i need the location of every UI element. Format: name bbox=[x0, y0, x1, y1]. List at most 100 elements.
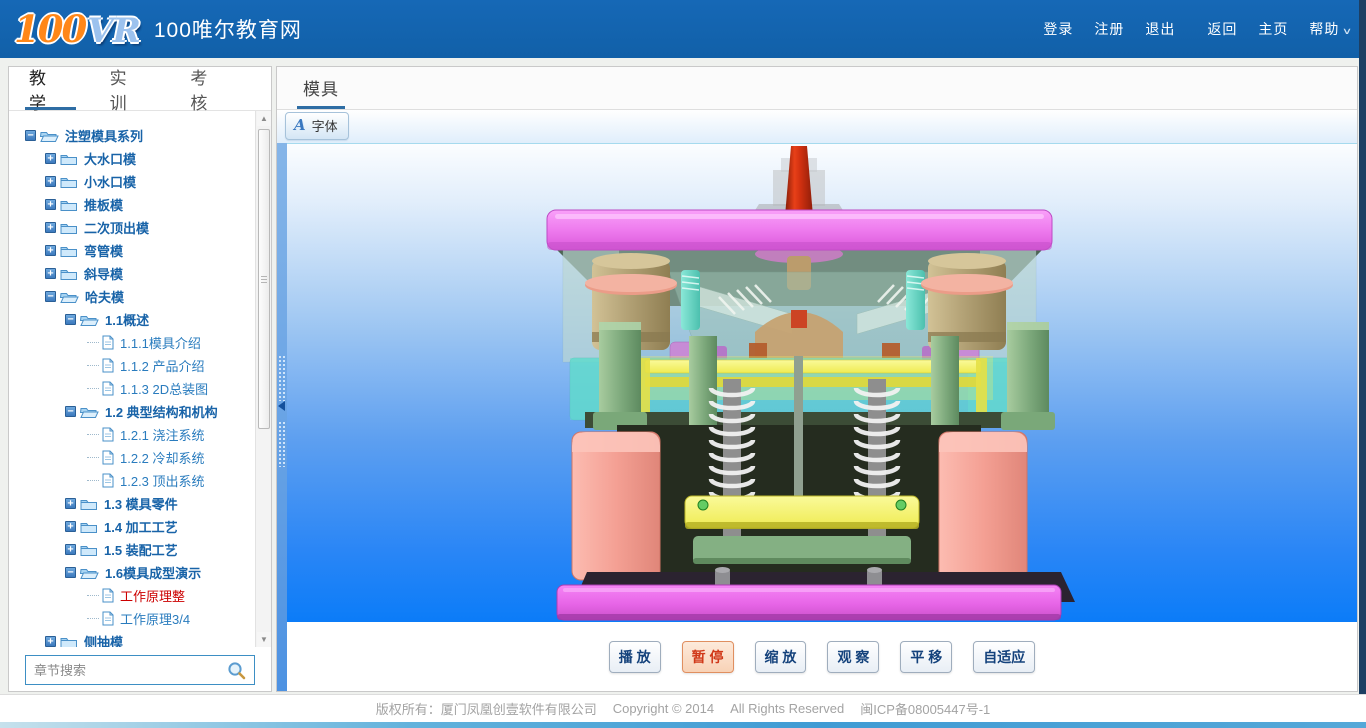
tree-item[interactable]: +推板模 bbox=[9, 193, 254, 216]
tree-item[interactable]: + 斜导模 bbox=[9, 262, 254, 285]
tree-scrollbar[interactable]: ▲ ▼ bbox=[255, 111, 271, 647]
folder-open-icon bbox=[80, 566, 99, 580]
expand-box-icon[interactable]: + bbox=[65, 544, 76, 555]
doc-icon bbox=[102, 335, 114, 350]
nav-link-4[interactable]: 返回 bbox=[1207, 19, 1237, 39]
tree-item[interactable]: − 哈夫模 bbox=[9, 285, 254, 308]
control-button-1[interactable]: 播 放 bbox=[609, 641, 661, 673]
site-logo[interactable]: 100VR bbox=[14, 11, 140, 48]
icp-number: 闽ICP备08005447号-1 bbox=[860, 699, 990, 718]
tree-item[interactable]: +二次顶出模 bbox=[9, 216, 254, 239]
tree-item[interactable]: +1.5 装配工艺 bbox=[9, 538, 254, 561]
nav-link-2[interactable]: 注册 bbox=[1094, 19, 1124, 39]
tree-item-label: 1.2.2 冷却系统 bbox=[120, 448, 205, 467]
tree-connector bbox=[87, 480, 99, 481]
tree-item[interactable]: + 弯管模 bbox=[9, 239, 254, 262]
folder-closed-icon bbox=[60, 244, 78, 258]
doc-icon bbox=[102, 588, 114, 603]
bottom-decor-band bbox=[0, 722, 1366, 728]
tree-item-label: 工作原理整 bbox=[120, 586, 185, 605]
control-button-4[interactable]: 观 察 bbox=[827, 641, 879, 673]
sidebar-tabs: 教 学实 训考 核 bbox=[9, 67, 271, 111]
tree-item[interactable]: − 1.2 典型结构和机构 bbox=[9, 400, 254, 423]
scroll-down-arrow[interactable]: ▼ bbox=[257, 632, 271, 647]
logo-vr: VR bbox=[87, 14, 140, 48]
tree-connector bbox=[87, 618, 99, 619]
tree-item-label: 1.2 典型结构和机构 bbox=[105, 402, 218, 421]
folder-closed-icon bbox=[60, 198, 78, 212]
tree-item[interactable]: +侧抽模 bbox=[9, 630, 254, 647]
doc-icon bbox=[102, 450, 114, 465]
collapse-box-icon[interactable]: − bbox=[65, 567, 76, 578]
expand-box-icon[interactable]: + bbox=[45, 245, 56, 256]
tree-item-label: 弯管模 bbox=[84, 241, 123, 260]
tree-item-label: 工作原理3/4 bbox=[120, 609, 190, 628]
control-button-3[interactable]: 缩 放 bbox=[755, 641, 807, 673]
expand-box-icon[interactable]: + bbox=[45, 199, 56, 210]
tree-item[interactable]: 1.1.1模具介绍 bbox=[9, 331, 254, 354]
mold-3d-model bbox=[287, 144, 1357, 622]
expand-box-icon[interactable]: + bbox=[65, 521, 76, 532]
nav-link-5[interactable]: 主页 bbox=[1258, 19, 1288, 39]
folder-closed-icon bbox=[60, 267, 78, 281]
tree-item-label: 1.3 模具零件 bbox=[104, 494, 178, 513]
tree-item-label: 大水口模 bbox=[84, 149, 136, 168]
collapse-box-icon[interactable]: − bbox=[45, 291, 56, 302]
expand-box-icon[interactable]: + bbox=[45, 222, 56, 233]
tree-item[interactable]: +1.3 模具零件 bbox=[9, 492, 254, 515]
tree-item-label: 注塑模具系列 bbox=[65, 126, 143, 145]
nav-link-1[interactable]: 登录 bbox=[1043, 19, 1073, 39]
tree-item[interactable]: 1.1.3 2D总装图 bbox=[9, 377, 254, 400]
search-input[interactable] bbox=[34, 663, 227, 678]
doc-icon bbox=[102, 381, 114, 396]
splitter-handle[interactable] bbox=[277, 143, 287, 691]
expand-box-icon[interactable]: + bbox=[45, 176, 56, 187]
expand-box-icon[interactable]: + bbox=[45, 153, 56, 164]
tree-item[interactable]: 工作原理3/4 bbox=[9, 607, 254, 630]
tree-item-label: 斜导模 bbox=[84, 264, 123, 283]
control-button-2[interactable]: 暂 停 bbox=[682, 641, 734, 673]
control-button-6[interactable]: 自适应 bbox=[973, 641, 1035, 673]
tree-item[interactable]: 1.1.2 产品介绍 bbox=[9, 354, 254, 377]
tree-connector bbox=[87, 365, 99, 366]
expand-box-icon[interactable]: + bbox=[45, 268, 56, 279]
tree-item[interactable]: −1.1概述 bbox=[9, 308, 254, 331]
scroll-thumb[interactable] bbox=[258, 129, 270, 429]
doc-icon bbox=[102, 473, 114, 488]
tree-connector bbox=[87, 434, 99, 435]
folder-closed-icon bbox=[60, 635, 78, 648]
tree-item[interactable]: + 大水口模 bbox=[9, 147, 254, 170]
control-button-5[interactable]: 平 移 bbox=[900, 641, 952, 673]
chevron-down-icon: ∨ bbox=[1342, 26, 1354, 37]
collapse-box-icon[interactable]: − bbox=[65, 406, 76, 417]
sidebar-panel: 教 学实 训考 核 −注塑模具系列+大水口模+小水口模+推板模+二次顶出模+弯管… bbox=[8, 66, 272, 692]
expand-box-icon[interactable]: + bbox=[65, 498, 76, 509]
tree-item[interactable]: +小水口模 bbox=[9, 170, 254, 193]
scroll-up-arrow[interactable]: ▲ bbox=[257, 111, 271, 126]
tree-item-label: 哈夫模 bbox=[85, 287, 124, 306]
sidebar-tab-1[interactable]: 教 学 bbox=[29, 67, 72, 110]
font-button[interactable]: A 字体 bbox=[285, 112, 349, 140]
player-controls: 播 放暂 停缩 放观 察平 移自适应 bbox=[287, 622, 1357, 691]
copyright-cn: 版权所有：厦门凤凰创壹软件有限公司 bbox=[376, 699, 597, 718]
doc-icon bbox=[102, 427, 114, 442]
folder-closed-icon bbox=[60, 152, 78, 166]
sidebar-tab-3[interactable]: 考 核 bbox=[190, 67, 233, 110]
tree-item[interactable]: 工作原理整 bbox=[9, 584, 254, 607]
tree-item-label: 1.2.3 顶出系统 bbox=[120, 471, 205, 490]
collapse-box-icon[interactable]: − bbox=[65, 314, 76, 325]
collapse-box-icon[interactable]: − bbox=[25, 130, 36, 141]
tab-mold[interactable]: 模具 bbox=[303, 67, 339, 109]
expand-box-icon[interactable]: + bbox=[45, 636, 56, 647]
3d-viewport[interactable] bbox=[287, 143, 1357, 622]
tree-item[interactable]: 1.2.1 浇注系统 bbox=[9, 423, 254, 446]
search-icon[interactable] bbox=[227, 661, 246, 680]
tree-item[interactable]: 1.2.2 冷却系统 bbox=[9, 446, 254, 469]
tree-item[interactable]: − 注塑模具系列 bbox=[9, 124, 254, 147]
tree-item[interactable]: +1.4 加工工艺 bbox=[9, 515, 254, 538]
sidebar-tab-2[interactable]: 实 训 bbox=[110, 67, 153, 110]
nav-link-3[interactable]: 退出 bbox=[1145, 19, 1175, 39]
tree-item[interactable]: 1.2.3 顶出系统 bbox=[9, 469, 254, 492]
nav-link-6[interactable]: 帮助∨ bbox=[1309, 19, 1352, 39]
tree-item[interactable]: −1.6模具成型演示 bbox=[9, 561, 254, 584]
